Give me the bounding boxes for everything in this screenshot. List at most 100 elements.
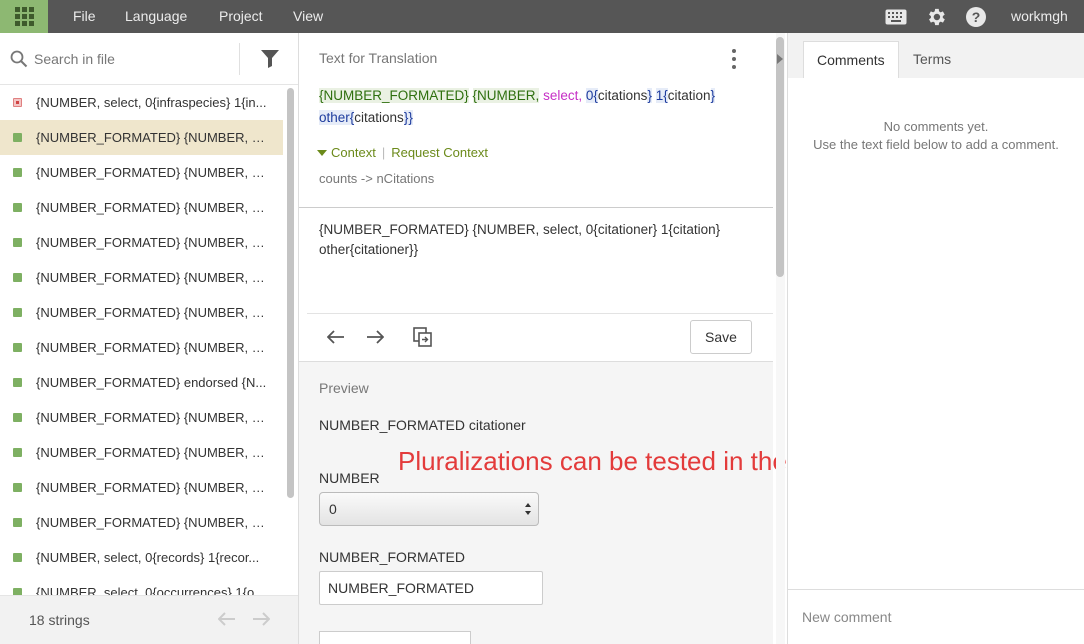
source-token: citation [667, 88, 711, 103]
list-item-text: {NUMBER, select, 0{occurrences} 1{o... [36, 585, 266, 595]
menu-project[interactable]: Project [219, 0, 263, 33]
translated-status-icon [13, 413, 22, 422]
context-key: counts -> nCitations [319, 171, 435, 186]
previous-string-icon[interactable] [324, 326, 348, 348]
source-token: }} [403, 110, 413, 125]
top-bar: File Language Project View ? workmgh [0, 0, 1084, 33]
next-field[interactable] [319, 631, 471, 644]
list-item[interactable]: {NUMBER, select, 0{records} 1{recor... [0, 540, 283, 575]
svg-text:?: ? [972, 9, 981, 25]
translated-status-icon [13, 448, 22, 457]
string-list-scrollbar[interactable] [287, 88, 294, 498]
help-icon[interactable]: ? [965, 6, 987, 28]
preview-text: NUMBER_FORMATED citationer [319, 417, 526, 433]
save-button[interactable]: Save [690, 320, 752, 354]
list-item[interactable]: {NUMBER, select, 0{occurrences} 1{o... [0, 575, 283, 595]
list-item[interactable]: {NUMBER_FORMATED} {NUMBER, se... [0, 260, 283, 295]
list-item[interactable]: {NUMBER_FORMATED} {NUMBER, se... [0, 120, 283, 155]
username[interactable]: workmgh [1011, 0, 1068, 33]
list-item[interactable]: {NUMBER_FORMATED} {NUMBER, se... [0, 400, 283, 435]
preview-area: Preview NUMBER_FORMATED citationer Plura… [299, 362, 894, 644]
list-item-text: {NUMBER_FORMATED} endorsed {N... [36, 375, 267, 390]
context-separator: | [381, 145, 386, 160]
translated-status-icon [13, 378, 22, 387]
translation-panel: Text for Translation {NUMBER_FORMATED} {… [299, 33, 894, 644]
list-item[interactable]: {NUMBER_FORMATED} {NUMBER, se... [0, 190, 283, 225]
tabs-bar: Comments Terms [788, 33, 1084, 78]
menu-language[interactable]: Language [125, 0, 187, 33]
next-string-icon[interactable] [363, 326, 387, 348]
string-list-panel: {NUMBER, select, 0{infraspecies} 1{in...… [0, 33, 298, 644]
list-item[interactable]: {NUMBER_FORMATED} endorsed {N... [0, 365, 283, 400]
empty-comments-message: No comments yet. Use the text field belo… [788, 118, 1084, 154]
source-token: citations [597, 88, 648, 103]
translation-editor[interactable]: {NUMBER_FORMATED} {NUMBER, select, 0{cit… [319, 220, 749, 260]
number-formated-field[interactable] [319, 571, 543, 605]
list-item-text: {NUMBER_FORMATED} {NUMBER, se... [36, 270, 277, 285]
list-item-text: {NUMBER_FORMATED} {NUMBER, se... [36, 515, 277, 530]
list-item[interactable]: {NUMBER_FORMATED} {NUMBER, se... [0, 470, 283, 505]
tab-comments[interactable]: Comments [803, 41, 899, 78]
translated-status-icon [13, 168, 22, 177]
source-text: {NUMBER_FORMATED} {NUMBER, select, 0{cit… [319, 85, 749, 129]
source-token: select, [543, 88, 583, 103]
list-item-text: {NUMBER, select, 0{records} 1{recor... [36, 550, 260, 565]
divider [299, 207, 773, 208]
translated-status-icon [13, 518, 22, 527]
string-count: 18 strings [29, 612, 90, 628]
divider [307, 313, 773, 314]
translation-scrollbar-thumb[interactable] [776, 37, 784, 277]
source-token: 0{ [585, 88, 598, 103]
previous-page-icon[interactable] [216, 608, 238, 630]
number-label: NUMBER [319, 470, 380, 486]
list-item[interactable]: {NUMBER_FORMATED} {NUMBER, se... [0, 505, 283, 540]
comment-input[interactable] [802, 604, 1072, 630]
list-item[interactable]: {NUMBER_FORMATED} {NUMBER, se... [0, 225, 283, 260]
translated-status-icon [13, 343, 22, 352]
translated-status-icon [13, 203, 22, 212]
source-token: 1{ [655, 88, 668, 103]
source-token: } [710, 88, 716, 103]
copy-source-icon[interactable] [411, 326, 435, 348]
source-token: other{ [319, 110, 355, 125]
request-context-link[interactable]: Request Context [391, 145, 488, 160]
tab-terms[interactable]: Terms [900, 41, 964, 78]
menu-view[interactable]: View [293, 0, 323, 33]
context-row: Context | Request Context [317, 145, 488, 160]
list-item[interactable]: {NUMBER_FORMATED} {NUMBER, se... [0, 435, 283, 470]
number-formated-label: NUMBER_FORMATED [319, 549, 465, 565]
translated-status-icon [13, 553, 22, 562]
source-token: {NUMBER, [472, 88, 540, 103]
filter-icon[interactable] [260, 49, 280, 72]
more-options-icon[interactable] [731, 49, 737, 69]
list-item-text: {NUMBER_FORMATED} {NUMBER, se... [36, 165, 277, 180]
gear-icon[interactable] [925, 6, 947, 28]
list-item[interactable]: {NUMBER_FORMATED} {NUMBER, se... [0, 330, 283, 365]
collapse-right-icon[interactable] [775, 52, 785, 66]
menu-file[interactable]: File [73, 0, 96, 33]
search-divider [239, 43, 240, 75]
string-list-footer: 18 strings [0, 595, 298, 644]
list-item[interactable]: {NUMBER_FORMATED} {NUMBER, se... [0, 295, 283, 330]
translated-status-icon [13, 273, 22, 282]
empty-comments-line-2: Use the text field below to add a commen… [813, 137, 1059, 152]
apps-grid-icon[interactable] [0, 0, 48, 33]
source-token: citations [354, 110, 404, 125]
next-page-icon[interactable] [250, 608, 272, 630]
source-token: {NUMBER_FORMATED} [319, 88, 469, 103]
context-toggle[interactable]: Context [331, 145, 376, 160]
search-input[interactable] [34, 47, 234, 71]
number-select[interactable]: 0 [319, 492, 539, 526]
list-item[interactable]: {NUMBER, select, 0{infraspecies} 1{in... [0, 85, 283, 120]
list-item-text: {NUMBER_FORMATED} {NUMBER, se... [36, 305, 277, 320]
translated-status-icon [13, 308, 22, 317]
keyboard-icon[interactable] [885, 6, 907, 28]
number-select-value: 0 [329, 501, 337, 517]
translated-status-icon [13, 483, 22, 492]
list-item-text: {NUMBER_FORMATED} {NUMBER, se... [36, 235, 277, 250]
select-arrows-icon [524, 502, 532, 516]
comment-area [788, 589, 1084, 644]
empty-comments-line-1: No comments yet. [883, 119, 989, 134]
list-item-text: {NUMBER_FORMATED} {NUMBER, se... [36, 410, 277, 425]
list-item[interactable]: {NUMBER_FORMATED} {NUMBER, se... [0, 155, 283, 190]
